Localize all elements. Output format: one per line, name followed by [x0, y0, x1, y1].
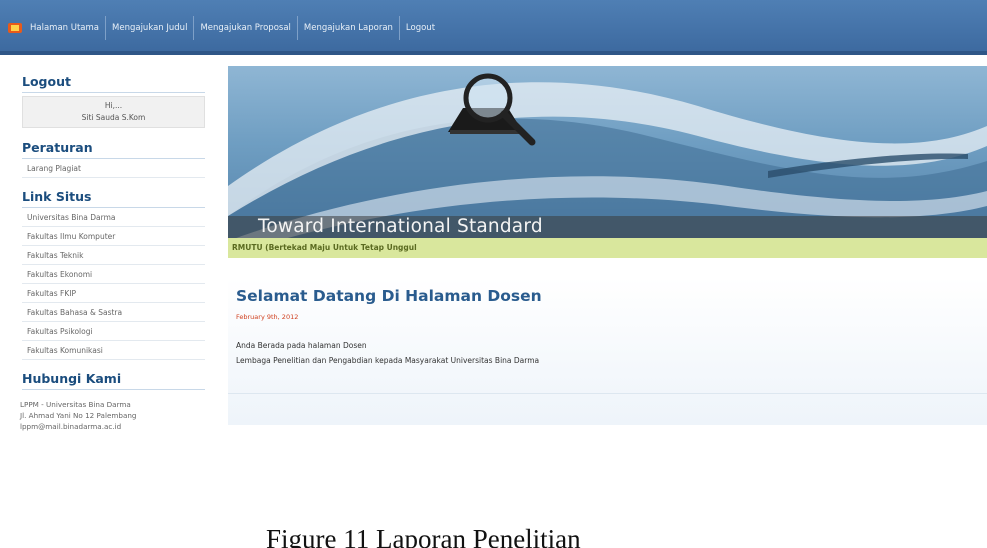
main-content: Selamat Datang Di Halaman Dosen February…: [228, 278, 987, 425]
sidebar: Logout Hi,... Siti Sauda S.Kom Peraturan…: [20, 74, 205, 432]
banner-tagline: RMUTU (Bertekad Maju Untuk Tetap Unggul: [228, 238, 987, 258]
nav-mengajukan-judul[interactable]: Mengajukan Judul: [106, 16, 195, 40]
contact-info: LPPM - Universitas Bina Darma Jl. Ahmad …: [20, 399, 205, 432]
sidebar-link-larang-plagiat[interactable]: Larang Plagiat: [22, 159, 205, 178]
post-date: February 9th, 2012: [236, 313, 299, 321]
sidebar-heading-peraturan: Peraturan: [22, 140, 205, 159]
sidebar-link-fak-ekonomi[interactable]: Fakultas Ekonomi: [22, 265, 205, 284]
sidebar-link-fak-ilmu-komputer[interactable]: Fakultas Ilmu Komputer: [22, 227, 205, 246]
sidebar-heading-logout[interactable]: Logout: [22, 74, 205, 93]
sidebar-heading-link-situs: Link Situs: [22, 189, 205, 208]
nav-logout[interactable]: Logout: [400, 16, 441, 40]
content-line-2: Lembaga Penelitian dan Pengabdian kepada…: [236, 356, 540, 365]
sidebar-link-fak-teknik[interactable]: Fakultas Teknik: [22, 246, 205, 265]
nav-halaman-utama[interactable]: Halaman Utama: [24, 16, 107, 40]
content-divider: [228, 393, 987, 394]
contact-address: Jl. Ahmad Yani No 12 Palembang: [20, 411, 137, 420]
sidebar-link-fak-komunikasi[interactable]: Fakultas Komunikasi: [22, 341, 205, 360]
sidebar-link-universitas[interactable]: Universitas Bina Darma: [22, 208, 205, 227]
greeting-text: Hi,...: [104, 101, 123, 110]
top-nav-bar: Halaman Utama Mengajukan Judul Mengajuka…: [0, 0, 987, 55]
nav-mengajukan-laporan[interactable]: Mengajukan Laporan: [298, 16, 400, 40]
sidebar-link-fak-bahasa-sastra[interactable]: Fakultas Bahasa & Sastra: [22, 303, 205, 322]
contact-org: LPPM - Universitas Bina Darma: [20, 400, 131, 409]
contact-email[interactable]: lppm@mail.binadarma.ac.id: [20, 421, 205, 432]
user-name: Siti Sauda S.Kom: [81, 113, 146, 122]
content-line-1: Anda Berada pada halaman Dosen: [236, 341, 367, 350]
sidebar-link-fak-psikologi[interactable]: Fakultas Psikologi: [22, 322, 205, 341]
user-greeting-box: Hi,... Siti Sauda S.Kom: [22, 96, 205, 128]
site-logo-icon: [8, 23, 22, 33]
page-title: Selamat Datang Di Halaman Dosen: [236, 287, 542, 305]
figure-caption: Figure 11 Laporan Penelitian: [266, 524, 581, 548]
nav-mengajukan-proposal[interactable]: Mengajukan Proposal: [194, 16, 298, 40]
sidebar-heading-hubungi-kami: Hubungi Kami: [22, 371, 205, 390]
banner-title: Toward International Standard: [258, 216, 543, 237]
header-banner: Toward International Standard RMUTU (Ber…: [228, 66, 987, 258]
sidebar-link-fak-fkip[interactable]: Fakultas FKIP: [22, 284, 205, 303]
